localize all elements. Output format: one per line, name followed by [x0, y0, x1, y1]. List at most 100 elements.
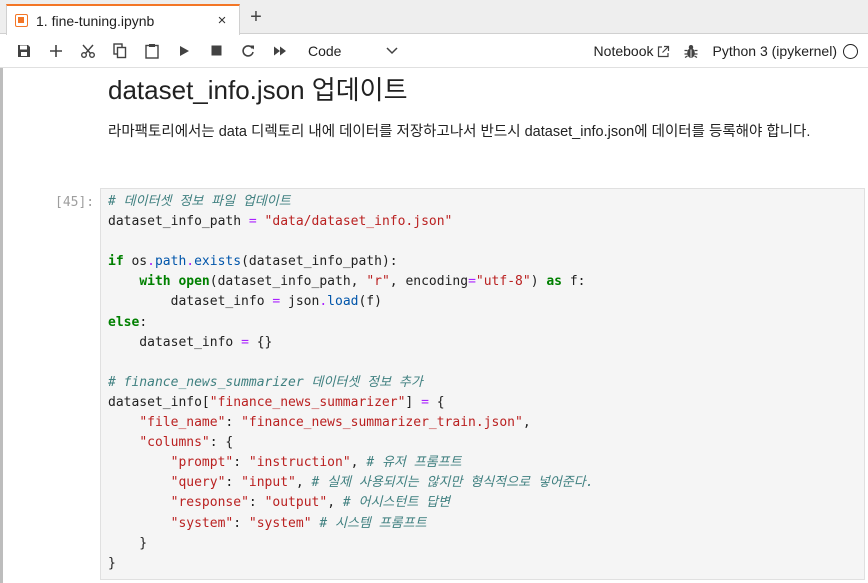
code-token: (f)	[358, 294, 382, 310]
notebook-toolbar: Code Notebook Python 3 (ipykernel)	[0, 34, 868, 68]
code-token: json	[280, 294, 320, 310]
code-token: {	[428, 394, 445, 410]
code-token: if	[108, 254, 124, 270]
code-token: # 시스템 프롬프트	[319, 515, 427, 531]
restart-icon	[242, 44, 254, 57]
code-token: # 실제 사용되지는 않지만 형식적으로 넣어준다.	[311, 475, 594, 491]
add-cell-button[interactable]	[40, 37, 72, 65]
code-line: "columns": {	[108, 433, 594, 453]
code-token: "output"	[264, 495, 328, 511]
code-line: }	[108, 554, 594, 574]
run-button[interactable]	[168, 37, 200, 65]
copy-button[interactable]	[104, 37, 136, 65]
code-token: # 어시스턴트 답변	[342, 495, 451, 511]
code-line: with open(dataset_info_path, "r", encodi…	[108, 272, 594, 292]
code-token: as	[546, 274, 563, 290]
code-line: dataset_info["finance_news_summarizer"] …	[108, 393, 594, 413]
toolbar-right: Notebook Python 3 (ipykernel)	[594, 34, 858, 68]
new-tab-button[interactable]: +	[244, 6, 268, 30]
code-token: .	[147, 254, 155, 270]
code-token: ,	[295, 475, 312, 491]
code-token: (dataset_info_path):	[241, 254, 398, 270]
code-token: "instruction"	[248, 455, 351, 471]
code-token: :	[139, 314, 148, 330]
run-all-icon	[274, 46, 286, 55]
code-token: load	[327, 294, 359, 310]
code-token: with	[139, 274, 171, 290]
code-token: :	[225, 475, 242, 491]
cell-type-value: Code	[308, 42, 342, 59]
code-line: "query": "input", # 실제 사용되지는 않지만 형식적으로 넣…	[108, 473, 594, 493]
code-line: dataset_info = {}	[108, 333, 594, 353]
cut-button[interactable]	[72, 37, 104, 65]
cell-edge-line	[0, 68, 3, 583]
run-icon	[180, 45, 189, 56]
kernel-name[interactable]: Python 3 (ipykernel)	[712, 43, 837, 59]
code-token: "system"	[170, 515, 234, 531]
code-token: :	[248, 495, 265, 511]
code-token: dataset_info[	[108, 394, 210, 410]
stop-button[interactable]	[200, 37, 232, 65]
code-token: :	[225, 415, 242, 431]
code-line: if os.path.exists(dataset_info_path):	[108, 252, 594, 272]
notebook-tab[interactable]: 1. fine-tuning.ipynb ×	[6, 4, 240, 35]
open-notebook-button[interactable]: Notebook	[594, 43, 671, 59]
restart-button[interactable]	[232, 37, 264, 65]
code-token: : {	[209, 435, 234, 451]
code-token: (dataset_info_path,	[209, 274, 367, 290]
cell-prompt: [45]:	[55, 195, 95, 210]
code-line: dataset_info_path = "data/dataset_info.j…	[108, 212, 594, 232]
code-line: # finance_news_summarizer 데이터셋 정보 추가	[108, 373, 594, 393]
code-token: "response"	[170, 495, 249, 511]
save-icon	[18, 44, 30, 57]
debugger-button[interactable]	[684, 44, 698, 59]
code-token: dataset_info	[108, 334, 242, 350]
code-token: f:	[562, 274, 586, 290]
code-token: "system"	[248, 515, 312, 531]
close-icon[interactable]: ×	[211, 12, 233, 29]
code-token: ,	[327, 495, 343, 511]
code-token: =	[248, 214, 257, 230]
code-token: # finance_news_summarizer 데이터셋 정보 추가	[108, 374, 423, 390]
code-token: exists	[194, 254, 242, 270]
chevron-down-icon	[386, 46, 398, 54]
code-token: }	[108, 535, 148, 551]
code-token: "finance_news_summarizer"	[209, 394, 406, 410]
bug-icon	[684, 44, 698, 58]
paste-icon	[145, 43, 159, 59]
copy-icon	[113, 42, 127, 58]
notebook-label: Notebook	[593, 43, 654, 59]
code-token: path	[154, 254, 187, 270]
code-token: "file_name"	[139, 415, 226, 431]
code-token: "prompt"	[170, 455, 234, 471]
code-line: }	[108, 534, 594, 554]
code-token: ,	[350, 455, 367, 471]
code-token: =	[421, 394, 429, 410]
code-token: }	[108, 555, 116, 571]
code-token: "finance_news_summarizer_train.json"	[241, 415, 523, 431]
code-token: "columns"	[139, 435, 210, 451]
notebook-icon	[15, 14, 28, 27]
kernel-status-icon	[843, 43, 858, 59]
run-all-button[interactable]	[264, 37, 296, 65]
code-line: "response": "output", # 어시스턴트 답변	[108, 493, 594, 513]
code-token: .	[186, 254, 195, 270]
code-token: "query"	[170, 475, 226, 491]
paste-button[interactable]	[136, 37, 168, 65]
code-token: "r"	[366, 274, 390, 290]
code-token: .	[319, 294, 328, 310]
save-button[interactable]	[8, 37, 40, 65]
code-token: "input"	[241, 475, 296, 491]
code-token: :	[233, 515, 249, 531]
cell-type-select[interactable]: Code	[302, 38, 404, 64]
code-content: # 데이터셋 정보 파일 업데이트 dataset_info_path = "da…	[108, 192, 594, 574]
